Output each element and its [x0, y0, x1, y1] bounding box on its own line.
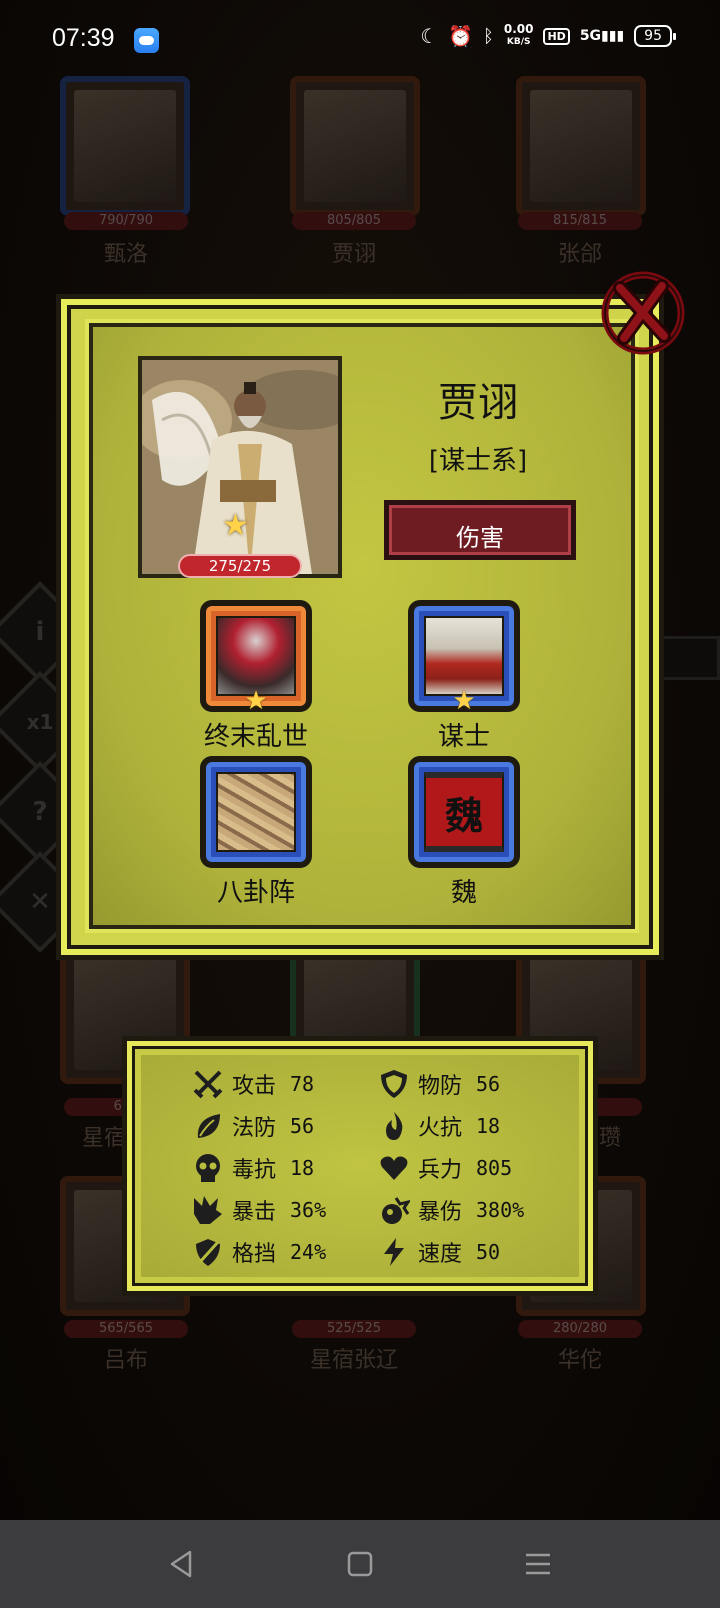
system-nav-bar — [0, 1520, 720, 1608]
stat-magic-defense: 法防 56 — [192, 1108, 314, 1144]
stat-label: 物防 — [418, 1074, 463, 1099]
lightning-icon — [384, 1238, 404, 1266]
battery-icon: 95 — [634, 25, 676, 47]
hero-portrait: ★ — [138, 356, 342, 578]
close-icon[interactable] — [598, 268, 688, 358]
status-icons: ☾ ⏰ ᛒ 0.00 KB/S HD 5G▮▮▮ 95 — [420, 22, 676, 48]
trait-wei[interactable]: 魏 — [408, 756, 520, 868]
trait-image — [424, 616, 504, 696]
trait-image: 魏 — [424, 772, 504, 852]
block-icon — [196, 1239, 220, 1266]
back-icon[interactable] — [164, 1546, 200, 1582]
fire-icon — [386, 1112, 403, 1140]
stat-label: 兵力 — [418, 1158, 463, 1183]
stat-value: 36% — [290, 1198, 327, 1222]
hero-class: [谋士系] — [428, 446, 528, 476]
trait-moushi[interactable]: ★ — [408, 600, 520, 716]
stat-poison-resistance: 毒抗 18 — [192, 1150, 314, 1186]
stat-label: 毒抗 — [232, 1158, 277, 1183]
skull-icon — [196, 1154, 220, 1182]
hero-hp-bar: 275/275 — [178, 554, 302, 578]
net-speed-unit: KB/S — [506, 37, 531, 47]
damage-type-label: 伤害 — [456, 524, 504, 552]
heart-icon — [380, 1156, 408, 1180]
star-icon: ★ — [452, 686, 476, 716]
home-icon[interactable] — [342, 1546, 378, 1582]
do-not-disturb-icon: ☾ — [420, 24, 439, 48]
trait-label: 八卦阵 — [216, 878, 295, 908]
status-bar: 07:39 ☾ ⏰ ᛒ 0.00 KB/S HD 5G▮▮▮ 95 — [0, 0, 720, 84]
stat-label: 速度 — [418, 1242, 463, 1267]
battery-level: 95 — [644, 28, 662, 44]
bluetooth-icon: ᛒ — [483, 25, 494, 47]
stat-value: 380% — [476, 1198, 525, 1222]
stat-value: 24% — [290, 1240, 327, 1264]
stat-value: 50 — [476, 1240, 501, 1264]
leaf-icon — [197, 1114, 220, 1138]
recents-icon[interactable] — [520, 1546, 556, 1582]
stat-value: 56 — [290, 1114, 315, 1138]
stat-value: 78 — [290, 1072, 315, 1096]
net-speed-value: 0.00 — [503, 22, 534, 36]
stat-critical: 暴击 36% — [192, 1192, 326, 1228]
stat-label: 攻击 — [232, 1074, 277, 1099]
stat-physical-defense: 物防 56 — [378, 1066, 500, 1102]
star-icon: ★ — [244, 686, 268, 716]
weather-icon — [134, 28, 159, 53]
stat-label: 暴击 — [232, 1200, 277, 1225]
critical-icon — [194, 1196, 222, 1224]
status-time: 07:39 — [52, 24, 115, 52]
damage-type-button[interactable]: 伤害 — [384, 500, 576, 560]
stat-fire-resistance: 火抗 18 — [378, 1108, 500, 1144]
stat-label: 法防 — [232, 1116, 277, 1141]
stat-critical-damage: 暴伤 380% — [378, 1192, 524, 1228]
stat-value: 805 — [476, 1156, 513, 1180]
stat-label: 格挡 — [232, 1242, 277, 1267]
alarm-icon: ⏰ — [448, 24, 474, 48]
trait-zhongmo-luanshi[interactable]: ★ — [200, 600, 312, 716]
trait-label: 终末乱世 — [203, 722, 308, 752]
net-speed: 0.00 KB/S — [503, 22, 534, 48]
trait-image — [216, 616, 296, 696]
stat-attack: 攻击 78 — [192, 1066, 314, 1102]
trait-image — [216, 772, 296, 852]
stat-value: 18 — [290, 1156, 315, 1180]
signal-icon: 5G▮▮▮ — [579, 28, 625, 44]
hero-name: 贾诩 — [438, 380, 518, 426]
crossed-swords-icon — [193, 1070, 223, 1099]
stat-value: 18 — [476, 1114, 501, 1138]
trait-bagua-zhen[interactable] — [200, 756, 312, 868]
stat-label: 暴伤 — [418, 1200, 463, 1225]
star-icon: ★ — [222, 508, 249, 543]
stat-value: 56 — [476, 1072, 501, 1096]
stat-block: 格挡 24% — [192, 1234, 326, 1270]
wei-emblem: 魏 — [444, 793, 483, 838]
stat-label: 火抗 — [418, 1116, 463, 1141]
shield-icon — [381, 1070, 407, 1098]
signal-label: 5G — [579, 28, 602, 44]
hd-badge: HD — [543, 27, 570, 45]
trait-label: 谋士 — [437, 722, 490, 752]
stat-speed: 速度 50 — [378, 1234, 500, 1270]
trait-label: 魏 — [450, 878, 477, 908]
stat-troops: 兵力 805 — [378, 1150, 512, 1186]
critical-damage-icon — [382, 1197, 410, 1224]
